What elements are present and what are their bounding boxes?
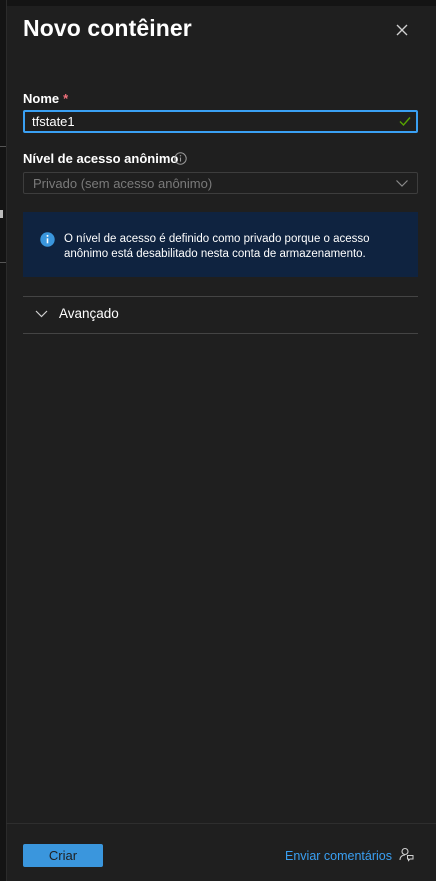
- edge-tick: [0, 262, 6, 263]
- new-container-panel: Novo contêiner Nome* Nível de acesso anô…: [0, 0, 436, 881]
- info-filled-icon: [40, 232, 55, 247]
- top-edge: [6, 0, 436, 6]
- feedback-icon[interactable]: [398, 846, 414, 862]
- access-level-selected-value: Privado (sem acesso anônimo): [33, 176, 213, 191]
- send-feedback-link[interactable]: Enviar comentários: [285, 849, 392, 863]
- access-level-select[interactable]: Privado (sem acesso anônimo): [23, 172, 418, 194]
- edge-tick: [0, 210, 3, 218]
- footer-divider: [6, 823, 436, 824]
- chevron-down-icon: [35, 310, 48, 318]
- chevron-down-icon: [396, 180, 408, 187]
- panel-title: Novo contêiner: [23, 15, 192, 41]
- name-label-text: Nome: [23, 91, 60, 106]
- advanced-section-toggle[interactable]: Avançado: [23, 297, 418, 333]
- close-button[interactable]: [392, 20, 412, 40]
- create-button[interactable]: Criar: [23, 844, 103, 867]
- divider: [23, 333, 418, 334]
- checkmark-icon: [399, 117, 411, 127]
- info-icon[interactable]: [174, 152, 187, 165]
- info-message-bar: O nível de acesso é definido como privad…: [23, 212, 418, 277]
- access-level-label: Nível de acesso anônimo: [23, 151, 179, 166]
- background-blade-edge: [0, 0, 7, 881]
- name-label: Nome *: [23, 91, 68, 106]
- info-message-text: O nível de acesso é definido como privad…: [64, 233, 370, 260]
- close-icon: [396, 24, 408, 36]
- required-marker: *: [63, 91, 69, 106]
- advanced-label: Avançado: [59, 306, 119, 321]
- container-name-input[interactable]: [23, 110, 418, 133]
- edge-tick: [0, 146, 6, 147]
